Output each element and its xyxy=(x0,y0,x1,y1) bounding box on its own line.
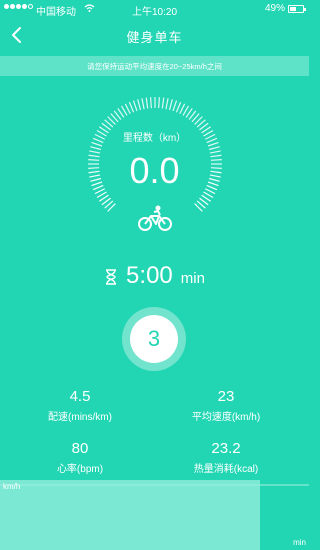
speed-hint-text: 请您保持运动平均速度在20~25km/h之间 xyxy=(87,61,222,71)
status-time: 上午10:20 xyxy=(131,7,178,18)
speed-area xyxy=(0,480,260,550)
gauge-tick xyxy=(158,97,160,109)
distance-label: 里程数（km） xyxy=(122,133,187,144)
status-bar: 中国移动 上午10:20 49% xyxy=(0,0,309,18)
speed-chart xyxy=(0,480,309,550)
chart-y-axis-label: km/h xyxy=(3,482,21,491)
hourglass-icon xyxy=(106,269,117,285)
stat-average-speed: 23 平均速度(km/h) xyxy=(151,388,301,423)
page-title: 健身单车 xyxy=(126,30,183,45)
gauge-tick xyxy=(168,99,173,111)
gauge-tick xyxy=(132,100,138,112)
stat-pace: 4.5 配速(mins/km) xyxy=(5,388,155,423)
nav-bar: 健身单车 xyxy=(0,18,309,52)
gauge-tick xyxy=(141,98,145,110)
stat-label: 平均速度(km/h) xyxy=(191,412,261,423)
gauge-tick xyxy=(175,101,182,113)
stat-label: 心率(bpm) xyxy=(56,464,104,475)
stat-label: 配速(mins/km) xyxy=(48,412,112,423)
gauge-tick xyxy=(137,99,142,111)
stat-value: 23.2 xyxy=(211,440,241,457)
gauge-tick xyxy=(161,97,165,109)
battery-percent: 49% xyxy=(264,3,285,14)
gauge-tick xyxy=(165,98,169,110)
stat-label: 热量消耗(kcal) xyxy=(193,464,259,475)
countdown-value: 3 xyxy=(130,315,178,363)
stat-value: 23 xyxy=(217,388,235,405)
gauge-tick xyxy=(128,101,135,113)
stat-value: 80 xyxy=(71,440,89,457)
gauge-tick xyxy=(145,97,149,109)
bicycle-icon xyxy=(138,205,172,231)
distance-value: 0.0 xyxy=(129,150,180,191)
timer-unit: min xyxy=(180,270,205,287)
chart-x-axis-label: min xyxy=(293,538,306,547)
gauge-tick xyxy=(124,103,131,115)
timer-row: 5:00 min xyxy=(0,262,309,290)
speed-hint-banner: 请您保持运动平均速度在20~25km/h之间 xyxy=(0,56,309,76)
countdown-button[interactable]: 3 xyxy=(122,307,186,371)
gauge-tick xyxy=(172,100,178,112)
gauge-tick xyxy=(179,103,186,115)
stat-calories: 23.2 热量消耗(kcal) xyxy=(151,440,301,475)
timer-value: 5:00 xyxy=(126,262,173,289)
stat-value: 4.5 xyxy=(69,388,91,405)
battery-fill xyxy=(290,7,296,11)
stat-heart-rate: 80 心率(bpm) xyxy=(5,440,155,475)
battery-icon xyxy=(288,5,306,13)
gauge-tick xyxy=(150,97,152,109)
